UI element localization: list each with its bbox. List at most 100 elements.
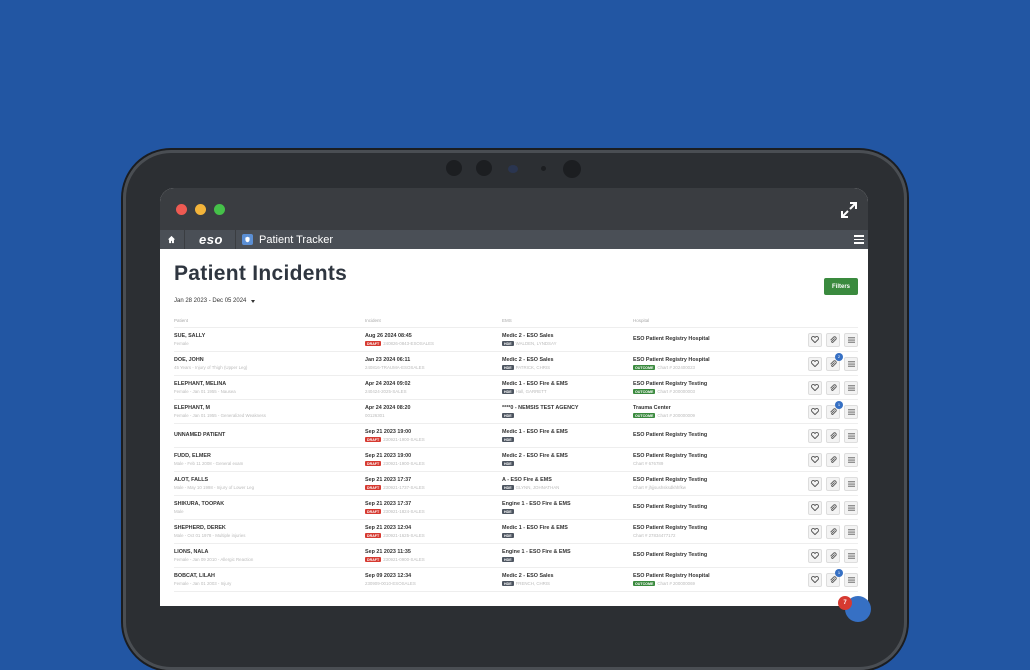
incident-date[interactable]: Sep 21 2023 12:04 (365, 525, 502, 531)
heart-monitor-icon[interactable] (808, 428, 822, 443)
table-row[interactable]: SUE, SALLY Female Aug 26 2024 08:45 DRAFT 24… (174, 327, 858, 352)
attachment-icon[interactable] (826, 524, 840, 539)
patient-name[interactable]: ALOT, FALLS (174, 477, 365, 483)
incident-date[interactable]: Jan 23 2024 06:11 (365, 357, 502, 363)
column-header-incident[interactable]: Incident (365, 314, 502, 328)
table-row[interactable]: SHIKURA, TOOPAK Male Sep 21 2023 17:37 DRAF… (174, 495, 858, 520)
patient-name[interactable]: DOE, JOHN (174, 357, 365, 363)
column-header-hospital[interactable]: Hospital (633, 314, 780, 328)
hospital-name: ESO Patient Registry Testing (633, 551, 708, 558)
incident-date[interactable]: Apr 24 2024 09:02 (365, 381, 502, 387)
home-icon[interactable] (162, 235, 180, 244)
notification-count-badge[interactable]: 7 (838, 596, 852, 610)
patient-name[interactable]: SHEPHERD, DEREK (174, 525, 365, 531)
incident-date[interactable]: Sep 21 2023 11:35 (365, 549, 502, 555)
attachment-icon[interactable]: 1 (826, 568, 843, 587)
heart-monitor-icon[interactable] (808, 332, 822, 347)
patient-name[interactable]: LIONS, NALA (174, 549, 365, 555)
table-row[interactable]: FUDD, ELMER Male - Feb 11 2008 - General … (174, 447, 858, 472)
filters-button[interactable]: Filters (824, 278, 858, 295)
patient-cell: SHEPHERD, DEREK Male - Oct 01 1978 - Mult… (174, 519, 365, 544)
attachment-icon[interactable] (826, 380, 840, 395)
attachment-icon[interactable] (826, 476, 840, 491)
table-row[interactable]: LIONS, NALA Female - Jan 09 2010 - Allerg… (174, 543, 858, 568)
actions-cell (780, 375, 858, 400)
incident-cell: Sep 21 2023 17:37 DRAFT 230921-1737-SALES (365, 471, 502, 496)
menu-icon[interactable] (844, 548, 858, 563)
patient-name[interactable]: SUE, SALLY (174, 333, 365, 339)
incident-date[interactable]: Sep 21 2023 19:00 (365, 453, 502, 459)
menu-icon[interactable] (844, 404, 858, 419)
menu-icon[interactable] (844, 332, 858, 347)
hospital-name: ESO Patient Registry Testing (633, 453, 708, 459)
patient-cell: FUDD, ELMER Male - Feb 11 2008 - General … (174, 447, 365, 472)
incident-date[interactable]: Aug 26 2024 08:45 (365, 333, 502, 339)
table-row[interactable]: UNNAMED PATIENT Sep 21 2023 19:00 DRAFT 230… (174, 423, 858, 448)
heart-monitor-icon[interactable] (808, 452, 822, 467)
table-row[interactable]: ALOT, FALLS Male - May 10 1998 - Injury o… (174, 471, 858, 496)
ems-unit: Medic 2 - ESO Sales (502, 333, 554, 339)
menu-icon[interactable] (844, 428, 858, 443)
ems-crew: FRENCH, CHRIS (515, 581, 550, 586)
heart-monitor-icon[interactable] (808, 356, 822, 371)
heart-monitor-icon[interactable] (808, 548, 822, 563)
column-header-ems[interactable]: EMS (502, 314, 633, 328)
patient-name[interactable]: ELEPHANT, MELINA (174, 381, 365, 387)
incident-id: 230921-1737-SALES (383, 485, 425, 490)
menu-icon[interactable] (844, 500, 858, 515)
eso-logo[interactable]: eso (199, 232, 231, 247)
draft-badge: DRAFT (365, 509, 382, 514)
outcome-badge: OUTCOME (633, 413, 656, 418)
attachment-icon[interactable] (826, 428, 840, 443)
heart-monitor-icon[interactable] (808, 404, 822, 419)
attachment-icon[interactable]: 1 (826, 400, 843, 419)
table-row[interactable]: BOBCAT, LILAH Female - Jan 01 2003 - Inju… (174, 567, 858, 592)
date-range-dropdown[interactable]: Jan 28 2023 - Dec 05 2024 (174, 298, 858, 304)
menu-icon[interactable] (844, 452, 858, 467)
patient-details: Female - Jan 01 2003 - Injury (174, 581, 232, 586)
table-row[interactable]: ELEPHANT, M Female - Jan 01 1955 - Genera… (174, 399, 858, 424)
ems-unit: Medic 1 - ESO Fire & EMS (502, 429, 568, 435)
app-title[interactable]: Patient Tracker (242, 234, 333, 246)
table-row[interactable]: DOE, JOHN 45 Years - Injury of Thigh (Upp… (174, 351, 858, 376)
patient-cell: LIONS, NALA Female - Jan 09 2010 - Allerg… (174, 543, 365, 568)
incident-date[interactable]: Sep 21 2023 19:00 (365, 429, 502, 435)
close-window-button[interactable] (176, 204, 187, 215)
attachment-icon[interactable]: 2 (826, 352, 843, 371)
hamburger-menu-icon[interactable] (854, 235, 864, 244)
menu-icon[interactable] (844, 380, 858, 395)
heart-monitor-icon[interactable] (808, 500, 822, 515)
incident-date[interactable]: Sep 21 2023 17:37 (365, 501, 502, 507)
attachment-icon[interactable] (826, 452, 840, 467)
incident-date[interactable]: Sep 09 2023 12:34 (365, 573, 502, 579)
hospital-cell: ESO Patient Registry Testing Chart # 2783… (633, 519, 780, 544)
heart-monitor-icon[interactable] (808, 572, 822, 587)
table-row[interactable]: SHEPHERD, DEREK Male - Oct 01 1978 - Mult… (174, 519, 858, 544)
menu-icon[interactable] (844, 524, 858, 539)
patient-name[interactable]: ELEPHANT, M (174, 405, 365, 411)
heart-monitor-icon[interactable] (808, 524, 822, 539)
heart-monitor-icon[interactable] (808, 476, 822, 491)
heart-monitor-icon[interactable] (808, 380, 822, 395)
patient-name[interactable]: FUDD, ELMER (174, 453, 365, 459)
patient-name[interactable]: UNNAMED PATIENT (174, 432, 365, 438)
attachment-icon[interactable] (826, 548, 840, 563)
patient-details: Male (174, 509, 184, 514)
attachment-icon[interactable] (826, 500, 840, 515)
incident-date[interactable]: Sep 21 2023 17:37 (365, 477, 502, 483)
menu-icon[interactable] (844, 356, 858, 371)
menu-icon[interactable] (844, 476, 858, 491)
ems-crew: WALDEN, LYNDSAY (515, 341, 557, 346)
incident-date[interactable]: Apr 24 2024 08:20 (365, 405, 502, 411)
attachment-icon[interactable] (826, 332, 840, 347)
chart-number: Chart # 200000069 (657, 581, 695, 586)
maximize-window-button[interactable] (214, 204, 225, 215)
patient-name[interactable]: SHIKURA, TOOPAK (174, 501, 365, 507)
column-header-patient[interactable]: Patient (174, 314, 365, 328)
expand-icon[interactable] (840, 201, 858, 219)
patient-name[interactable]: BOBCAT, LILAH (174, 573, 365, 579)
table-row[interactable]: ELEPHANT, MELINA Female - Jan 01 1955 - N… (174, 375, 858, 400)
ems-cell: Medic 2 - ESO Sales HDE WALDEN, LYNDSAY (502, 327, 633, 352)
minimize-window-button[interactable] (195, 204, 206, 215)
menu-icon[interactable] (844, 572, 858, 587)
